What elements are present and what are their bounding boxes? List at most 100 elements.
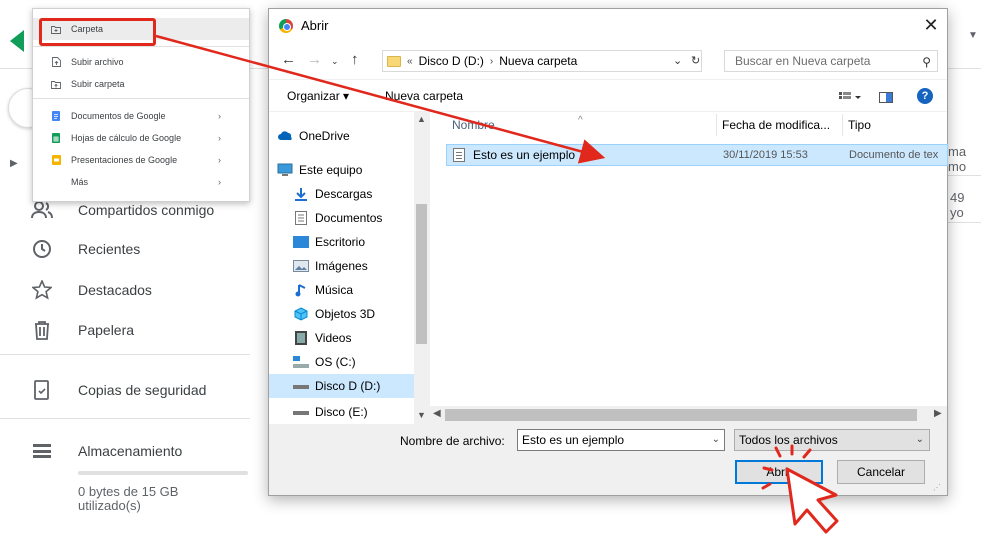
documents-icon xyxy=(293,211,309,225)
text-file-icon xyxy=(453,148,465,162)
overflow-chevron-icon[interactable]: « xyxy=(407,56,413,67)
column-header-date[interactable]: Fecha de modifica... xyxy=(716,112,842,138)
menu-item-upload-folder[interactable]: Subir carpeta xyxy=(33,73,249,95)
up-arrow-icon[interactable]: ↑ xyxy=(351,51,359,68)
nav-onedrive[interactable]: OneDrive xyxy=(269,124,414,148)
nav-pictures[interactable]: Imágenes xyxy=(269,254,414,278)
menu-item-label: Subir carpeta xyxy=(71,79,125,89)
close-button[interactable]: ✕ xyxy=(919,14,943,38)
nav-pane-label: Escritorio xyxy=(315,235,366,249)
nav-os-c[interactable]: OS (C:) xyxy=(269,350,414,374)
open-button[interactable]: Abrir xyxy=(735,460,823,484)
account-caret-icon[interactable]: ▼ xyxy=(968,30,978,41)
storage-text: 0 bytes de 15 GB utilizado(s) xyxy=(78,484,179,513)
nav-divider xyxy=(0,354,250,355)
menu-item-google-slides[interactable]: Presentaciones de Google › xyxy=(33,149,249,171)
menu-item-google-sheets[interactable]: Hojas de cálculo de Google › xyxy=(33,127,249,149)
nav-backups[interactable]: Copias de seguridad xyxy=(0,370,265,410)
nav-pane-label: OS (C:) xyxy=(315,355,356,369)
row-divider xyxy=(945,222,981,223)
menu-item-label: Hojas de cálculo de Google xyxy=(71,133,182,143)
nav-pane-label: Documentos xyxy=(315,211,383,225)
dialog-titlebar[interactable]: Abrir ✕ xyxy=(269,9,947,43)
nav-disco-d[interactable]: Disco D (D:) xyxy=(269,374,414,398)
horizontal-scrollbar[interactable]: ◀ ▶ xyxy=(429,406,947,424)
nav-3d-objects[interactable]: Objetos 3D xyxy=(269,302,414,326)
scroll-down-icon[interactable]: ▼ xyxy=(417,410,426,420)
column-header-type[interactable]: Tipo xyxy=(842,112,942,138)
nav-starred[interactable]: Destacados xyxy=(0,270,265,310)
nav-music[interactable]: Música xyxy=(269,278,414,302)
column-header-name[interactable]: Nombre ^ xyxy=(446,112,716,138)
onedrive-icon xyxy=(277,129,293,143)
pictures-icon xyxy=(293,259,309,273)
nav-pane-label: Disco D (D:) xyxy=(315,379,381,393)
chevron-down-icon[interactable]: ⌄ xyxy=(712,430,720,450)
scroll-right-icon[interactable]: ▶ xyxy=(934,408,942,419)
scroll-up-icon[interactable]: ▲ xyxy=(417,114,426,124)
filename-input[interactable]: Esto es un ejemplo ⌄ xyxy=(517,429,725,451)
nav-desktop[interactable]: Escritorio xyxy=(269,230,414,254)
search-input[interactable]: Buscar en Nueva carpeta ⚲ xyxy=(724,50,938,72)
file-type-value: Todos los archivos xyxy=(739,433,838,447)
blank-icon xyxy=(51,177,61,187)
nav-label: Recientes xyxy=(78,241,141,257)
address-bar[interactable]: « Disco D (D:) › Nueva carpeta xyxy=(382,50,702,72)
nav-pane-scroll-thumb[interactable] xyxy=(416,204,427,344)
star-icon xyxy=(30,278,54,302)
chevron-right-icon: › xyxy=(218,133,221,143)
menu-item-upload-file[interactable]: Subir archivo xyxy=(33,51,249,73)
horizontal-scroll-thumb[interactable] xyxy=(445,409,917,421)
sort-ascending-icon: ^ xyxy=(578,115,583,126)
help-icon[interactable]: ? xyxy=(917,88,933,104)
downloads-icon xyxy=(293,187,309,201)
computer-icon xyxy=(277,163,293,177)
trash-icon xyxy=(30,318,54,342)
resize-grip-icon[interactable]: ⋰ xyxy=(933,483,941,492)
view-options-icon[interactable] xyxy=(839,90,861,101)
folder-upload-icon xyxy=(51,79,61,89)
address-dropdown-icon[interactable]: ⌄ xyxy=(673,54,682,67)
organize-button[interactable]: Organizar ▾ xyxy=(287,89,349,103)
nav-pane-label: Videos xyxy=(315,331,352,345)
expand-arrow-icon[interactable]: ▶ xyxy=(10,158,18,169)
nav-label: Copias de seguridad xyxy=(78,382,207,398)
chevron-down-icon: ⌄ xyxy=(915,434,924,445)
back-arrow-icon[interactable]: ← xyxy=(281,51,296,68)
menu-item-more[interactable]: Más › xyxy=(33,171,249,193)
clock-icon xyxy=(30,237,54,261)
drive-c-icon xyxy=(293,355,309,369)
cancel-button[interactable]: Cancelar xyxy=(837,460,925,484)
nav-documents[interactable]: Documentos xyxy=(269,206,414,230)
menu-item-google-docs[interactable]: Documentos de Google › xyxy=(33,105,249,127)
nav-downloads[interactable]: Descargas xyxy=(269,182,414,206)
chrome-icon xyxy=(279,19,293,33)
file-row[interactable]: Esto es un ejemplo 30/11/2019 15:53 Docu… xyxy=(446,144,948,166)
preview-pane-icon[interactable] xyxy=(879,90,893,103)
nav-label: Almacenamiento xyxy=(78,443,183,459)
breadcrumb-segment[interactable]: Nueva carpeta xyxy=(499,54,577,68)
nav-this-pc[interactable]: Este equipo xyxy=(269,158,414,182)
refresh-icon[interactable]: ↻ xyxy=(691,54,700,67)
scroll-left-icon[interactable]: ◀ xyxy=(433,408,441,419)
nav-videos[interactable]: Videos xyxy=(269,326,414,350)
new-folder-button[interactable]: Nueva carpeta xyxy=(385,89,463,103)
nav-divider xyxy=(0,418,250,419)
chevron-right-icon: › xyxy=(218,155,221,165)
nav-pane-label: Objetos 3D xyxy=(315,307,376,321)
filename-label: Nombre de archivo: xyxy=(400,434,505,448)
google-slides-icon xyxy=(51,155,61,165)
nav-trash[interactable]: Papelera xyxy=(0,310,265,350)
breadcrumb-segment[interactable]: Disco D (D:) xyxy=(419,54,484,68)
nav-disco-e[interactable]: Disco (E:) xyxy=(269,400,414,424)
recent-locations-icon[interactable]: ⌄ xyxy=(331,56,339,67)
nav-recent[interactable]: Recientes xyxy=(0,229,265,269)
nav-storage[interactable]: Almacenamiento xyxy=(0,431,265,471)
nav-pane-label: OneDrive xyxy=(299,129,350,143)
search-icon: ⚲ xyxy=(922,55,931,69)
desktop-icon xyxy=(293,235,309,249)
forward-arrow-icon[interactable]: → xyxy=(307,51,322,68)
column-header-label: Tipo xyxy=(848,118,871,132)
drive-column-fragment: 49 yo xyxy=(950,190,965,220)
file-type-select[interactable]: Todos los archivos ⌄ xyxy=(734,429,930,451)
